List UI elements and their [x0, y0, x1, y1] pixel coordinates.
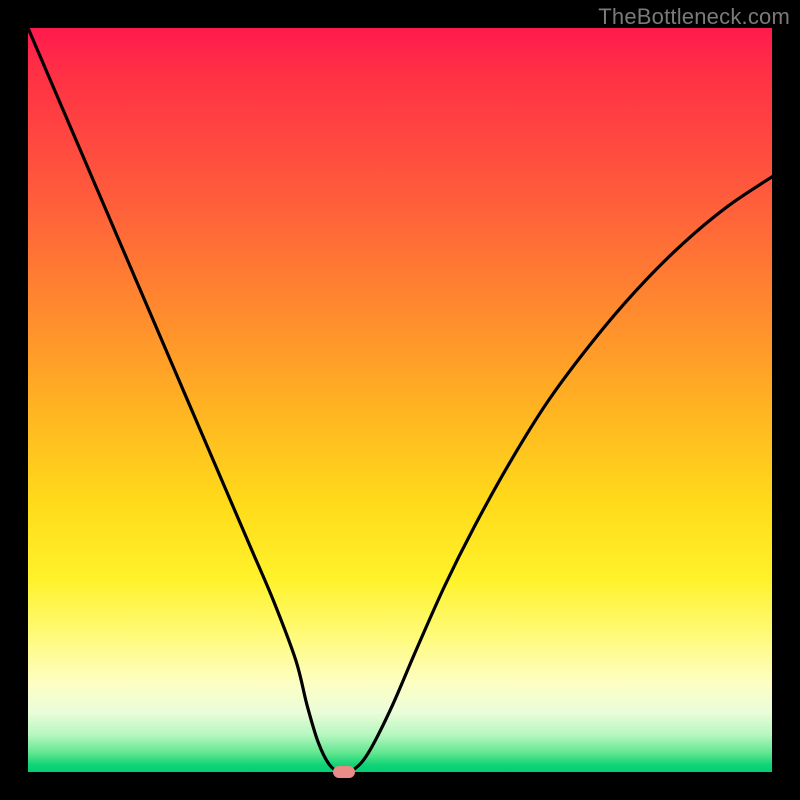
- bottleneck-curve: [28, 28, 772, 772]
- chart-frame: TheBottleneck.com: [0, 0, 800, 800]
- watermark-text: TheBottleneck.com: [598, 4, 790, 30]
- plot-area: [28, 28, 772, 772]
- min-marker: [333, 766, 355, 778]
